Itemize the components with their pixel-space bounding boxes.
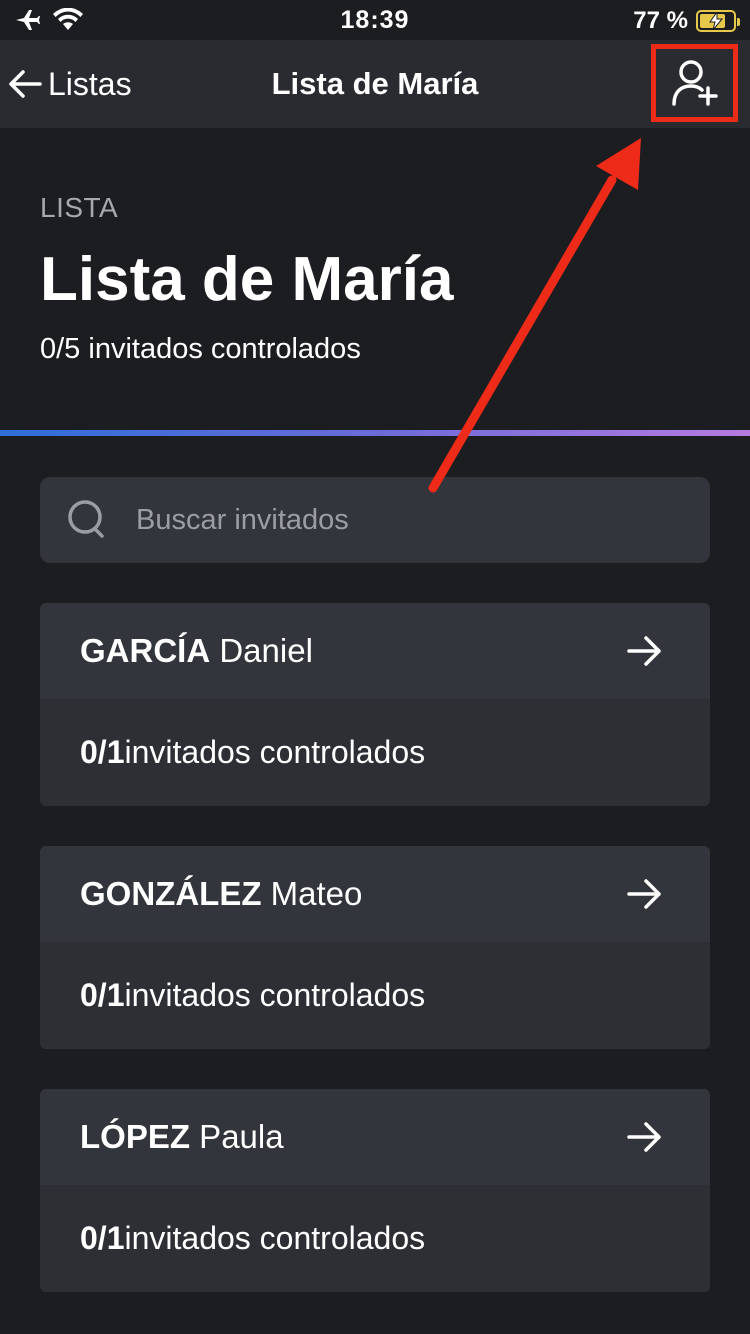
guest-card[interactable]: GONZÁLEZ Mateo 0/1invitados controlados [40,846,710,1049]
guest-card-header[interactable]: GARCÍA Daniel [40,603,710,699]
guest-count-label: invitados controlados [124,734,426,770]
arrow-right-icon[interactable] [626,633,664,669]
guest-checked-count: 0/1invitados controlados [80,977,425,1014]
guest-count-label: invitados controlados [124,977,426,1013]
arrow-right-icon[interactable] [626,876,664,912]
list-eyebrow: LISTA [40,192,119,223]
guest-count-label: invitados controlados [124,1220,426,1256]
guest-first-name: Paula [190,1118,284,1155]
guest-count-value: 0/1 [80,1220,125,1256]
guest-surname: GONZÁLEZ [80,875,262,912]
navigation-bar: Listas Lista de María [0,40,750,128]
guest-card[interactable]: GARCÍA Daniel 0/1invitados controlados [40,603,710,806]
guest-count-value: 0/1 [80,734,125,770]
list-title: Lista de María [40,245,454,314]
gradient-divider [0,430,750,436]
add-guest-button[interactable] [651,44,738,122]
add-user-icon [671,60,718,106]
list-guest-count: 0/5 invitados controlados [40,333,361,365]
status-icons-right: 77 % [633,7,740,35]
guest-card-body: 0/1invitados controlados [40,699,710,806]
search-input[interactable] [136,503,710,537]
guest-card[interactable]: LÓPEZ Paula 0/1invitados controlados [40,1089,710,1292]
guest-card-body: 0/1invitados controlados [40,942,710,1049]
guest-checked-count: 0/1invitados controlados [80,734,425,771]
guest-card-body: 0/1invitados controlados [40,1185,710,1292]
battery-percentage: 77 % [633,7,688,34]
search-box[interactable] [40,477,710,563]
guest-name: LÓPEZ Paula [80,1118,284,1156]
guest-first-name: Daniel [210,632,313,669]
arrow-right-icon[interactable] [626,1119,664,1155]
guest-name: GONZÁLEZ Mateo [80,875,362,913]
status-bar: 18:39 77 % [0,0,750,40]
guest-surname: GARCÍA [80,632,211,669]
guest-first-name: Mateo [261,875,363,912]
search-icon [68,500,104,538]
guest-count-value: 0/1 [80,977,125,1013]
battery-charging-icon [696,10,740,32]
guest-name: GARCÍA Daniel [80,632,313,670]
guest-card-header[interactable]: LÓPEZ Paula [40,1089,710,1185]
guest-card-header[interactable]: GONZÁLEZ Mateo [40,846,710,942]
list-header: LISTA Lista de María 0/5 invitados contr… [0,128,750,432]
nav-title: Lista de María [271,66,479,101]
guest-checked-count: 0/1invitados controlados [80,1220,425,1257]
guest-surname: LÓPEZ [80,1118,191,1155]
